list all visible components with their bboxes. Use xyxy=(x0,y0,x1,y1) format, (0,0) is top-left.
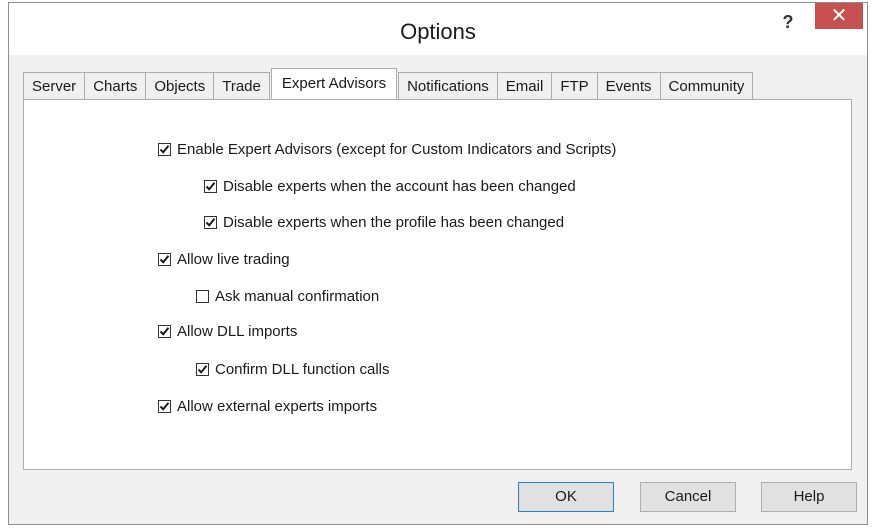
confirm-dll-calls-checkbox[interactable] xyxy=(196,362,209,376)
allow-external-imports-label: Allow external experts imports xyxy=(177,397,378,415)
tab-expert-advisors[interactable]: Expert Advisors xyxy=(270,68,398,99)
tab-events[interactable]: Events xyxy=(596,72,661,99)
disable-on-account-label: Disable experts when the account has bee… xyxy=(223,177,576,195)
allow-dll-imports-option[interactable]: Allow DLL imports xyxy=(158,321,297,341)
close-button[interactable]: ✕ xyxy=(815,3,863,29)
disable-on-account-option[interactable]: Disable experts when the account has bee… xyxy=(204,176,576,196)
checkmark-icon xyxy=(197,364,208,374)
checkmark-icon xyxy=(159,326,170,336)
ask-manual-confirmation-checkbox[interactable] xyxy=(196,289,209,303)
tab-community[interactable]: Community xyxy=(659,72,754,99)
enable-experts-label: Enable Expert Advisors (except for Custo… xyxy=(177,140,617,158)
checkmark-icon xyxy=(159,254,170,264)
cancel-button[interactable]: Cancel xyxy=(640,482,736,512)
allow-dll-imports-checkbox[interactable] xyxy=(158,324,171,338)
allow-dll-imports-label: Allow DLL imports xyxy=(177,322,298,340)
help-button[interactable]: Help xyxy=(761,482,857,512)
enable-experts-option[interactable]: Enable Expert Advisors (except for Custo… xyxy=(158,139,616,159)
tab-notifications[interactable]: Notifications xyxy=(398,72,498,99)
allow-external-imports-checkbox[interactable] xyxy=(158,399,171,413)
disable-on-profile-option[interactable]: Disable experts when the profile has bee… xyxy=(204,212,564,232)
title-bar: Options ? ✕ xyxy=(9,3,867,55)
tab-bar: Server Charts Objects Trade Expert Advis… xyxy=(23,68,754,99)
ask-manual-confirmation-option[interactable]: Ask manual confirmation xyxy=(196,286,379,306)
ok-button[interactable]: OK xyxy=(518,482,614,512)
help-question-icon[interactable]: ? xyxy=(773,9,803,35)
allow-live-trading-checkbox[interactable] xyxy=(158,252,171,266)
tab-ftp[interactable]: FTP xyxy=(551,72,598,99)
tab-email[interactable]: Email xyxy=(496,72,553,99)
dialog-title: Options xyxy=(400,19,476,44)
tab-charts[interactable]: Charts xyxy=(84,72,147,99)
close-icon: ✕ xyxy=(830,5,848,27)
checkmark-icon xyxy=(205,181,216,191)
ask-manual-confirmation-label: Ask manual confirmation xyxy=(215,287,380,305)
disable-on-profile-label: Disable experts when the profile has bee… xyxy=(223,213,565,231)
allow-live-trading-option[interactable]: Allow live trading xyxy=(158,249,290,269)
tab-trade[interactable]: Trade xyxy=(213,72,270,99)
disable-on-account-checkbox[interactable] xyxy=(204,179,217,193)
confirm-dll-calls-label: Confirm DLL function calls xyxy=(215,360,390,378)
expert-advisors-panel: Enable Expert Advisors (except for Custo… xyxy=(23,99,852,470)
checkmark-icon xyxy=(159,401,170,411)
disable-on-profile-checkbox[interactable] xyxy=(204,215,217,229)
tab-objects[interactable]: Objects xyxy=(145,72,215,99)
checkmark-icon xyxy=(205,217,216,227)
allow-external-imports-option[interactable]: Allow external experts imports xyxy=(158,396,377,416)
confirm-dll-calls-option[interactable]: Confirm DLL function calls xyxy=(196,359,390,379)
options-dialog: Options ? ✕ Server Charts Objects Trade … xyxy=(8,2,868,525)
tab-server[interactable]: Server xyxy=(23,72,86,99)
enable-experts-checkbox[interactable] xyxy=(158,142,171,156)
allow-live-trading-label: Allow live trading xyxy=(177,250,290,268)
checkmark-icon xyxy=(159,144,170,154)
